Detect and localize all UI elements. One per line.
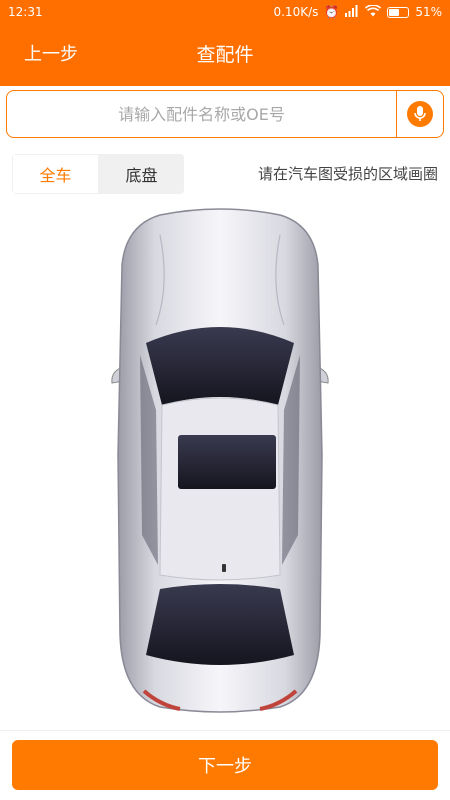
view-tabs: 全车 底盘 <box>12 154 184 194</box>
battery-icon <box>387 6 410 18</box>
search-bar <box>6 90 444 138</box>
page-title: 查配件 <box>196 44 254 66</box>
network-speed: 0.10K/s <box>273 5 319 19</box>
voice-search-button[interactable] <box>397 91 443 137</box>
instruction-text: 请在汽车图受损的区域画圈 <box>257 165 438 183</box>
wifi-icon <box>365 3 382 20</box>
search-input[interactable] <box>7 91 396 137</box>
app-header: 上一步 查配件 <box>0 24 450 86</box>
next-step-button[interactable]: 下一步 <box>12 740 438 790</box>
status-indicators: 0.10K/s ⏰ 51% <box>273 3 442 20</box>
status-bar: 12:31 0.10K/s ⏰ 51% <box>0 0 450 24</box>
alarm-icon: ⏰ <box>324 5 340 19</box>
tab-full-car[interactable]: 全车 <box>12 154 99 194</box>
tab-chassis[interactable]: 底盘 <box>99 154 184 194</box>
car-top-view-image <box>111 208 329 713</box>
status-time: 12:31 <box>8 5 43 19</box>
signal-icon <box>345 4 359 20</box>
car-diagram[interactable] <box>100 205 340 715</box>
microphone-icon <box>407 101 433 127</box>
battery-level: 51% <box>415 5 442 19</box>
